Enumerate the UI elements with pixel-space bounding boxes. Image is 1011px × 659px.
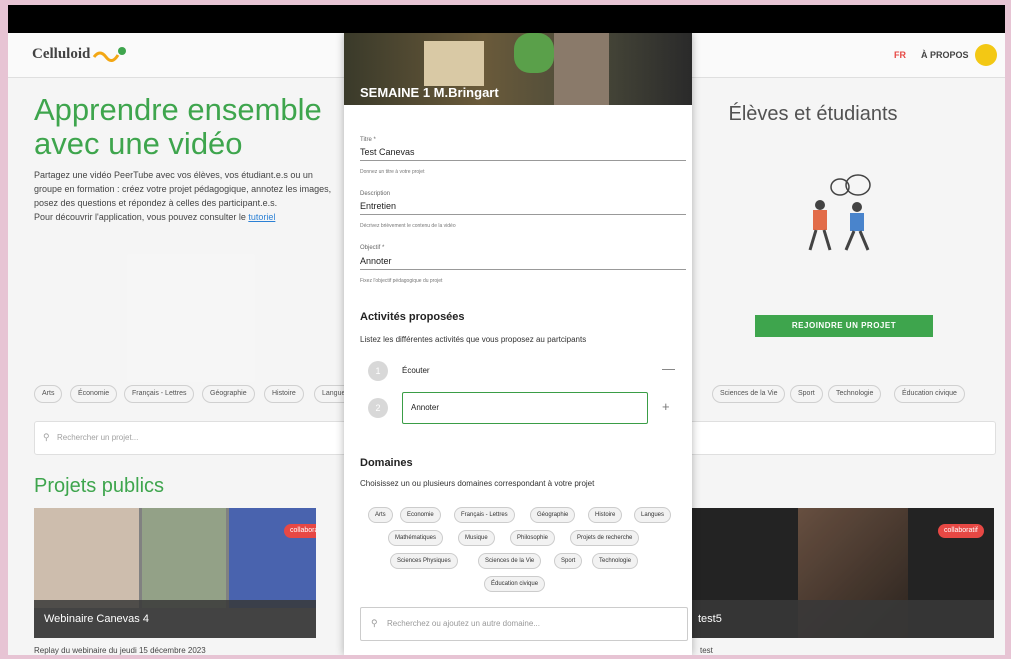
title-field-label: Titre *	[360, 137, 376, 143]
add-activity-icon[interactable]: +	[662, 399, 670, 414]
activity-number: 2	[368, 398, 388, 418]
domain-chip[interactable]: Histoire	[588, 507, 623, 523]
header-photo-detail	[554, 33, 609, 105]
domain-chip[interactable]: Projets de recherche	[570, 530, 640, 546]
domains-title: Domaines	[360, 457, 413, 469]
domain-chip[interactable]: Géographie	[530, 507, 576, 523]
project-edit-dialog: SEMAINE 1 M.Bringart Titre * Test Caneva…	[344, 33, 692, 655]
description-field-label: Description	[360, 191, 391, 197]
activity-input-value: Annoter	[411, 403, 440, 412]
domains-subtitle: Choisissez un ou plusieurs domaines corr…	[360, 479, 595, 488]
remove-activity-icon[interactable]: —	[662, 361, 675, 376]
domain-chip[interactable]: Philosophie	[510, 530, 556, 546]
activity-input[interactable]: Annoter	[402, 392, 648, 424]
activities-title: Activités proposées	[360, 311, 465, 323]
title-field[interactable]: Test Canevas	[360, 147, 686, 161]
browser-top-bar	[8, 5, 1005, 33]
objective-field-hint: Fixez l'objectif pédagogique du projet	[360, 278, 443, 284]
app-frame: Celluloid FR À PROPOS Apprendre ensemble…	[8, 5, 1005, 655]
dialog-header-image: SEMAINE 1 M.Bringart	[344, 33, 692, 105]
domain-chip[interactable]: Sport	[554, 553, 583, 569]
activity-item[interactable]: Écouter	[402, 366, 430, 375]
search-icon: ⚲	[371, 618, 378, 628]
domain-chip[interactable]: Arts	[368, 507, 393, 523]
dialog-title: SEMAINE 1 M.Bringart	[360, 85, 499, 100]
domain-chip[interactable]: Sciences de la Vie	[478, 553, 542, 569]
description-field[interactable]: Entretien	[360, 201, 686, 215]
domain-chip[interactable]: Sciences Physiques	[390, 553, 458, 569]
description-field-hint: Décrivez brièvement le contenu de la vid…	[360, 223, 456, 229]
header-photo-detail	[424, 41, 484, 86]
domain-chip[interactable]: Economie	[400, 507, 441, 523]
domain-chip[interactable]: Musique	[458, 530, 495, 546]
title-field-hint: Donnez un titre à votre projet	[360, 169, 425, 175]
domain-chip[interactable]: Technologie	[592, 553, 639, 569]
domain-chip[interactable]: Mathématiques	[388, 530, 444, 546]
domain-search-input[interactable]: ⚲ Recherchez ou ajoutez un autre domaine…	[360, 607, 688, 641]
domain-search-placeholder: Recherchez ou ajoutez un autre domaine..…	[387, 619, 540, 628]
domain-chip[interactable]: Langues	[634, 507, 672, 523]
objective-field[interactable]: Annoter	[360, 256, 686, 270]
domain-chip[interactable]: Éducation civique	[484, 576, 546, 592]
objective-field-label: Objectif *	[360, 245, 385, 251]
domain-chip[interactable]: Français - Lettres	[454, 507, 515, 523]
activities-subtitle: Listez les différentes activités que vou…	[360, 335, 587, 344]
header-photo-detail	[514, 33, 554, 73]
activity-number: 1	[368, 361, 388, 381]
